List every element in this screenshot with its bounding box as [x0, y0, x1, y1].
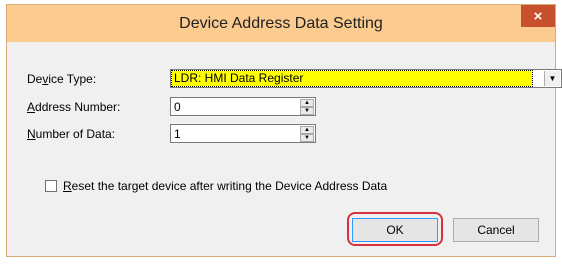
dialog-window: Device Address Data Setting × Device Typ… — [6, 4, 562, 257]
address-number-value[interactable]: 0 — [174, 100, 181, 114]
number-of-data-value[interactable]: 1 — [174, 127, 181, 141]
number-of-data-spinner[interactable]: 1 ▲ ▼ — [170, 124, 316, 143]
reset-target-label[interactable]: Reset the target device after writing th… — [63, 179, 387, 193]
device-type-label: Device Type: — [27, 72, 97, 86]
spin-up-icon[interactable]: ▲ — [300, 99, 314, 107]
dialog-title: Device Address Data Setting — [179, 15, 383, 32]
chevron-down-icon[interactable]: ▼ — [544, 71, 560, 86]
title-bar[interactable]: Device Address Data Setting × — [7, 5, 555, 42]
ok-button[interactable]: OK — [352, 218, 438, 242]
address-number-label: Address Number: — [27, 100, 121, 114]
reset-target-checkbox[interactable] — [45, 180, 57, 192]
number-of-data-label: Number of Data: — [27, 127, 116, 141]
device-type-value: LDR: HMI Data Register — [171, 70, 533, 87]
close-icon: × — [533, 7, 543, 25]
device-type-dropdown[interactable]: LDR: HMI Data Register ▼ — [170, 69, 562, 88]
spin-down-icon[interactable]: ▼ — [300, 107, 314, 115]
spin-up-icon[interactable]: ▲ — [300, 126, 314, 134]
address-number-spin-buttons: ▲ ▼ — [300, 99, 314, 115]
dialog-body: Device Type: LDR: HMI Data Register ▼ Ad… — [15, 42, 562, 248]
cancel-button[interactable]: Cancel — [453, 218, 539, 242]
spin-down-icon[interactable]: ▼ — [300, 134, 314, 142]
address-number-spinner[interactable]: 0 ▲ ▼ — [170, 97, 316, 116]
close-button[interactable]: × — [521, 5, 555, 27]
number-of-data-spin-buttons: ▲ ▼ — [300, 126, 314, 142]
